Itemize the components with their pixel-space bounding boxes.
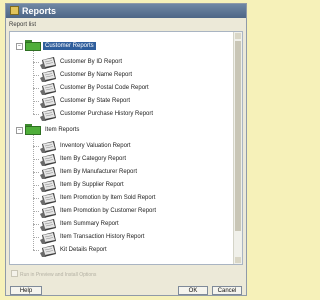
app-icon	[10, 6, 19, 15]
report-icon	[40, 140, 57, 153]
preview-option[interactable]: Run in Preview and Install Options	[11, 270, 96, 278]
report-list-label: Report list	[9, 22, 37, 28]
preview-checkbox[interactable]	[11, 270, 18, 277]
scroll-thumb[interactable]	[235, 41, 241, 231]
folder-icon	[25, 40, 41, 51]
tree-item-label: Item By Category Report	[60, 156, 127, 162]
tree-item-label: Customer By State Report	[60, 98, 131, 104]
report-icon	[40, 56, 57, 69]
tree-connector	[33, 114, 39, 115]
group-expander[interactable]: −	[16, 127, 23, 134]
tree-item-label: Inventory Valuation Report	[60, 143, 131, 149]
tree-item-label: Kit Details Report	[60, 247, 107, 253]
window-title: Reports	[22, 6, 57, 16]
tree-connector	[33, 51, 34, 114]
tree-connector	[33, 250, 39, 251]
report-icon	[40, 108, 57, 121]
report-icon	[40, 244, 57, 257]
tree-scrollbar[interactable]	[233, 32, 242, 264]
group-expander[interactable]: −	[16, 43, 23, 50]
report-icon	[40, 192, 57, 205]
report-icon	[40, 218, 57, 231]
tree-group-label[interactable]: Item Reports	[43, 126, 81, 134]
report-icon	[40, 179, 57, 192]
report-icon	[40, 231, 57, 244]
tree-item-label: Customer By Name Report	[60, 72, 133, 78]
reports-window: Reports Report list − Customer Reports Cus…	[5, 3, 247, 296]
tree-item-label: Item Transaction History Report	[60, 234, 145, 240]
tree-item-label: Item By Supplier Report	[60, 182, 124, 188]
report-icon	[40, 205, 57, 218]
report-icon	[40, 69, 57, 82]
ok-button[interactable]: OK	[178, 286, 208, 295]
scroll-up-arrow[interactable]	[235, 33, 241, 39]
scroll-down-arrow[interactable]	[235, 257, 241, 263]
tree-item-label: Item Promotion by Customer Report	[60, 208, 157, 214]
tree-item-label: Customer By ID Report	[60, 59, 123, 65]
report-icon	[40, 153, 57, 166]
report-icon	[40, 95, 57, 108]
report-icon	[40, 166, 57, 179]
report-icon	[40, 82, 57, 95]
tree-group-label[interactable]: Customer Reports	[43, 42, 96, 50]
tree-item-label: Item Promotion by Item Sold Report	[60, 195, 156, 201]
preview-checkbox-label: Run in Preview and Install Options	[20, 272, 97, 278]
tree-connector	[33, 135, 34, 250]
tree-item-label: Customer By Postal Code Report	[60, 85, 149, 91]
folder-icon	[25, 124, 41, 135]
report-tree[interactable]: − Customer Reports Customer By ID Report Cu…	[9, 31, 243, 265]
title-bar[interactable]: Reports	[6, 4, 246, 18]
tree-item-label: Customer Purchase History Report	[60, 111, 154, 117]
cancel-button[interactable]: Cancel	[212, 286, 242, 295]
tree-item-label: Item By Manufacturer Report	[60, 169, 138, 175]
help-button[interactable]: Help	[10, 286, 42, 295]
tree-item-label: Item Summary Report	[60, 221, 119, 227]
